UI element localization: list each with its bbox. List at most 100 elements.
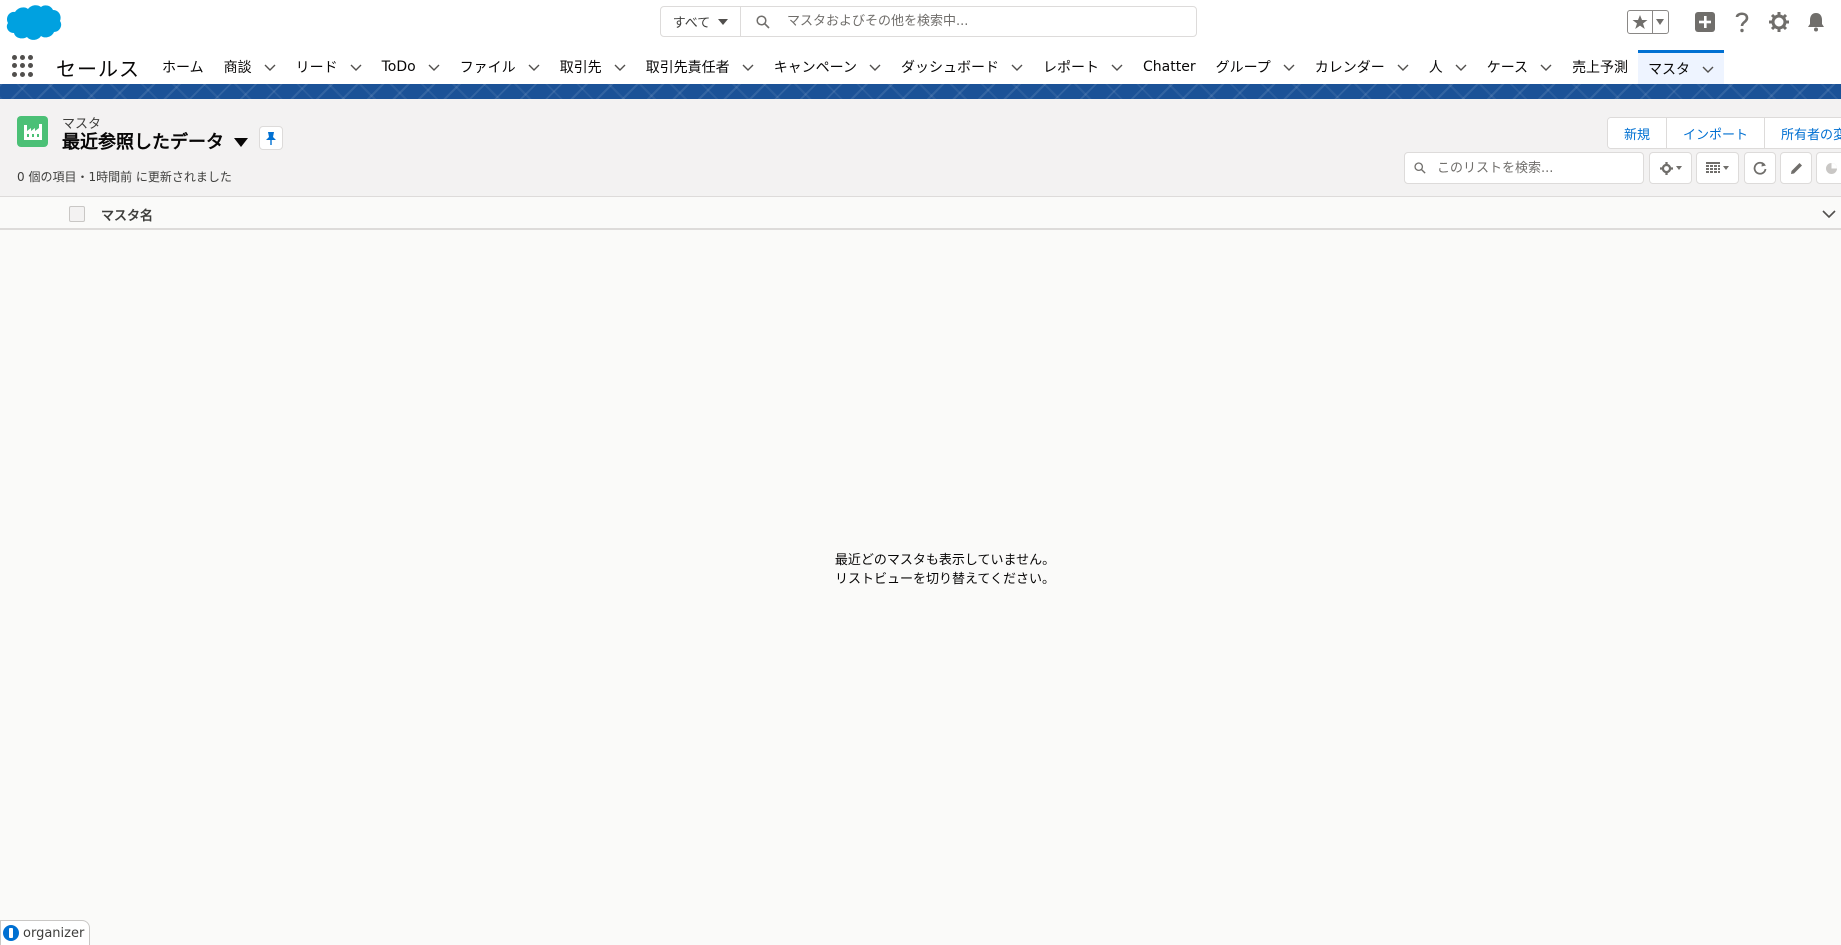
salesforce-logo[interactable]	[4, 3, 62, 43]
caret-down-icon	[234, 138, 248, 147]
empty-state: 最近どのマスタも表示していません。 リストビューを切り替えてください。	[0, 551, 1841, 589]
pin-icon[interactable]	[259, 126, 283, 150]
organizer-icon	[3, 925, 19, 941]
chevron-down-icon[interactable]	[1653, 11, 1668, 33]
nav-item[interactable]: ダッシュボード	[891, 50, 1033, 84]
chevron-down-icon[interactable]	[742, 61, 754, 73]
header-actions	[1627, 9, 1841, 35]
list-actions: 新規 インポート 所有者の変	[1607, 117, 1841, 149]
list-view-page: マスタ 最近参照したデータ 0 個の項目・1時間前 に更新されました 新規 イン…	[0, 99, 1841, 945]
global-search-input[interactable]	[785, 13, 1196, 30]
nav-item[interactable]: キャンペーン	[764, 50, 891, 84]
plus-icon[interactable]	[1693, 10, 1717, 34]
app-launcher-icon[interactable]	[12, 55, 34, 77]
nav-item-label: 売上予測	[1572, 60, 1629, 76]
refresh-button[interactable]	[1744, 152, 1776, 184]
refresh-icon	[1753, 161, 1767, 175]
chevron-down-icon[interactable]	[1397, 61, 1409, 73]
help-icon[interactable]	[1730, 10, 1754, 34]
import-button[interactable]: インポート	[1667, 118, 1766, 148]
bell-icon[interactable]	[1804, 10, 1828, 34]
nav-item-label: カレンダー	[1314, 60, 1385, 76]
brand-band	[0, 84, 1841, 99]
search-icon	[741, 14, 785, 29]
pencil-icon	[1790, 162, 1802, 174]
chevron-down-icon[interactable]	[1540, 61, 1552, 73]
search-icon	[1405, 162, 1435, 174]
new-button[interactable]: 新規	[1608, 118, 1668, 148]
nav-item[interactable]: マスタ	[1638, 50, 1725, 84]
chevron-down-icon[interactable]	[528, 61, 540, 73]
nav-item[interactable]: カレンダー	[1305, 50, 1419, 84]
nav-item[interactable]: ファイル	[450, 50, 550, 84]
nav-item-label: グループ	[1215, 60, 1271, 76]
nav-item-label: レポート	[1043, 60, 1099, 76]
nav-item-label: リード	[295, 60, 338, 76]
star-icon[interactable]	[1628, 11, 1653, 33]
gear-icon	[1659, 161, 1673, 175]
chevron-down-icon[interactable]	[1011, 61, 1023, 73]
nav-item[interactable]: 取引先責任者	[636, 50, 764, 84]
chevron-down-icon[interactable]	[1283, 61, 1295, 73]
list-settings-button[interactable]	[1649, 152, 1692, 184]
chart-button[interactable]	[1816, 152, 1841, 184]
select-all-checkbox[interactable]	[69, 206, 85, 222]
nav-item-label: ダッシュボード	[901, 60, 999, 76]
table-icon	[1706, 162, 1720, 173]
nav-item[interactable]: 人	[1419, 50, 1477, 84]
nav-item[interactable]: 売上予測	[1562, 50, 1638, 84]
chart-icon	[1825, 162, 1837, 174]
nav-item[interactable]: 商談	[214, 50, 286, 84]
nav-item[interactable]: Chatter	[1133, 50, 1206, 84]
change-owner-button[interactable]: 所有者の変	[1765, 118, 1841, 148]
nav-item-label: ToDo	[381, 59, 416, 75]
nav-item-label: 取引先責任者	[645, 60, 730, 76]
chevron-down-icon[interactable]	[869, 61, 881, 73]
nav-item[interactable]: ToDo	[372, 50, 450, 84]
display-as-table-button[interactable]	[1696, 152, 1739, 184]
chevron-down-icon[interactable]	[428, 61, 440, 73]
empty-state-line2: リストビューを切り替えてください。	[835, 572, 1055, 587]
list-view-name: 最近参照したデータ	[62, 132, 224, 153]
gear-icon[interactable]	[1767, 10, 1791, 34]
global-header: すべて	[0, 0, 1841, 50]
nav-item-label: Chatter	[1143, 59, 1196, 75]
search-scope-dropdown[interactable]: すべて	[661, 7, 741, 36]
chevron-down-icon[interactable]	[1111, 61, 1123, 73]
table-header: マスタ名	[0, 197, 1841, 230]
list-view-selector[interactable]: 最近参照したデータ	[62, 128, 248, 154]
list-search-input[interactable]	[1435, 159, 1643, 177]
nav-item[interactable]: ホーム	[152, 50, 214, 84]
caret-down-icon	[718, 18, 729, 25]
nav-item[interactable]: ケース	[1477, 50, 1562, 84]
organizer-tab[interactable]: organizer	[0, 920, 90, 945]
organizer-label: organizer	[23, 925, 85, 941]
chevron-down-icon[interactable]	[264, 61, 276, 73]
edit-list-button[interactable]	[1780, 152, 1812, 184]
chevron-down-icon[interactable]	[1702, 63, 1714, 75]
search-scope-label: すべて	[672, 16, 711, 31]
nav-item[interactable]: レポート	[1033, 50, 1133, 84]
chevron-down-icon[interactable]	[1455, 61, 1467, 73]
global-search: すべて	[660, 6, 1197, 37]
nav-item-label: 取引先	[559, 60, 602, 76]
nav-item[interactable]: リード	[286, 50, 372, 84]
empty-state-line1: 最近どのマスタも表示していません。	[834, 553, 1056, 568]
nav-item-label: 人	[1428, 60, 1443, 76]
nav-item-label: マスタ	[1648, 61, 1691, 78]
nav-item[interactable]: グループ	[1206, 50, 1305, 84]
nav-item[interactable]: 取引先	[550, 50, 636, 84]
chevron-down-icon[interactable]	[350, 61, 362, 73]
list-meta-text: 0 個の項目・1時間前 に更新されました	[17, 170, 232, 184]
list-search	[1404, 152, 1644, 184]
favorites-button-group	[1627, 10, 1669, 34]
chevron-down-icon[interactable]	[1821, 206, 1837, 222]
chevron-down-icon[interactable]	[614, 61, 626, 73]
factory-icon	[17, 116, 48, 147]
nav-item-label: ファイル	[459, 60, 516, 76]
list-view-header: マスタ 最近参照したデータ 0 個の項目・1時間前 に更新されました 新規 イン…	[0, 99, 1841, 197]
nav-items: ホーム 商談 リード ToDo ファイル 取引先 取引先責任者 キャンペーン ダッシュボード レポ…	[152, 50, 1725, 84]
column-header-master-name[interactable]: マスタ名	[101, 205, 153, 224]
nav-item-label: ホーム	[162, 60, 204, 76]
nav-item-label: 商談	[223, 60, 252, 76]
